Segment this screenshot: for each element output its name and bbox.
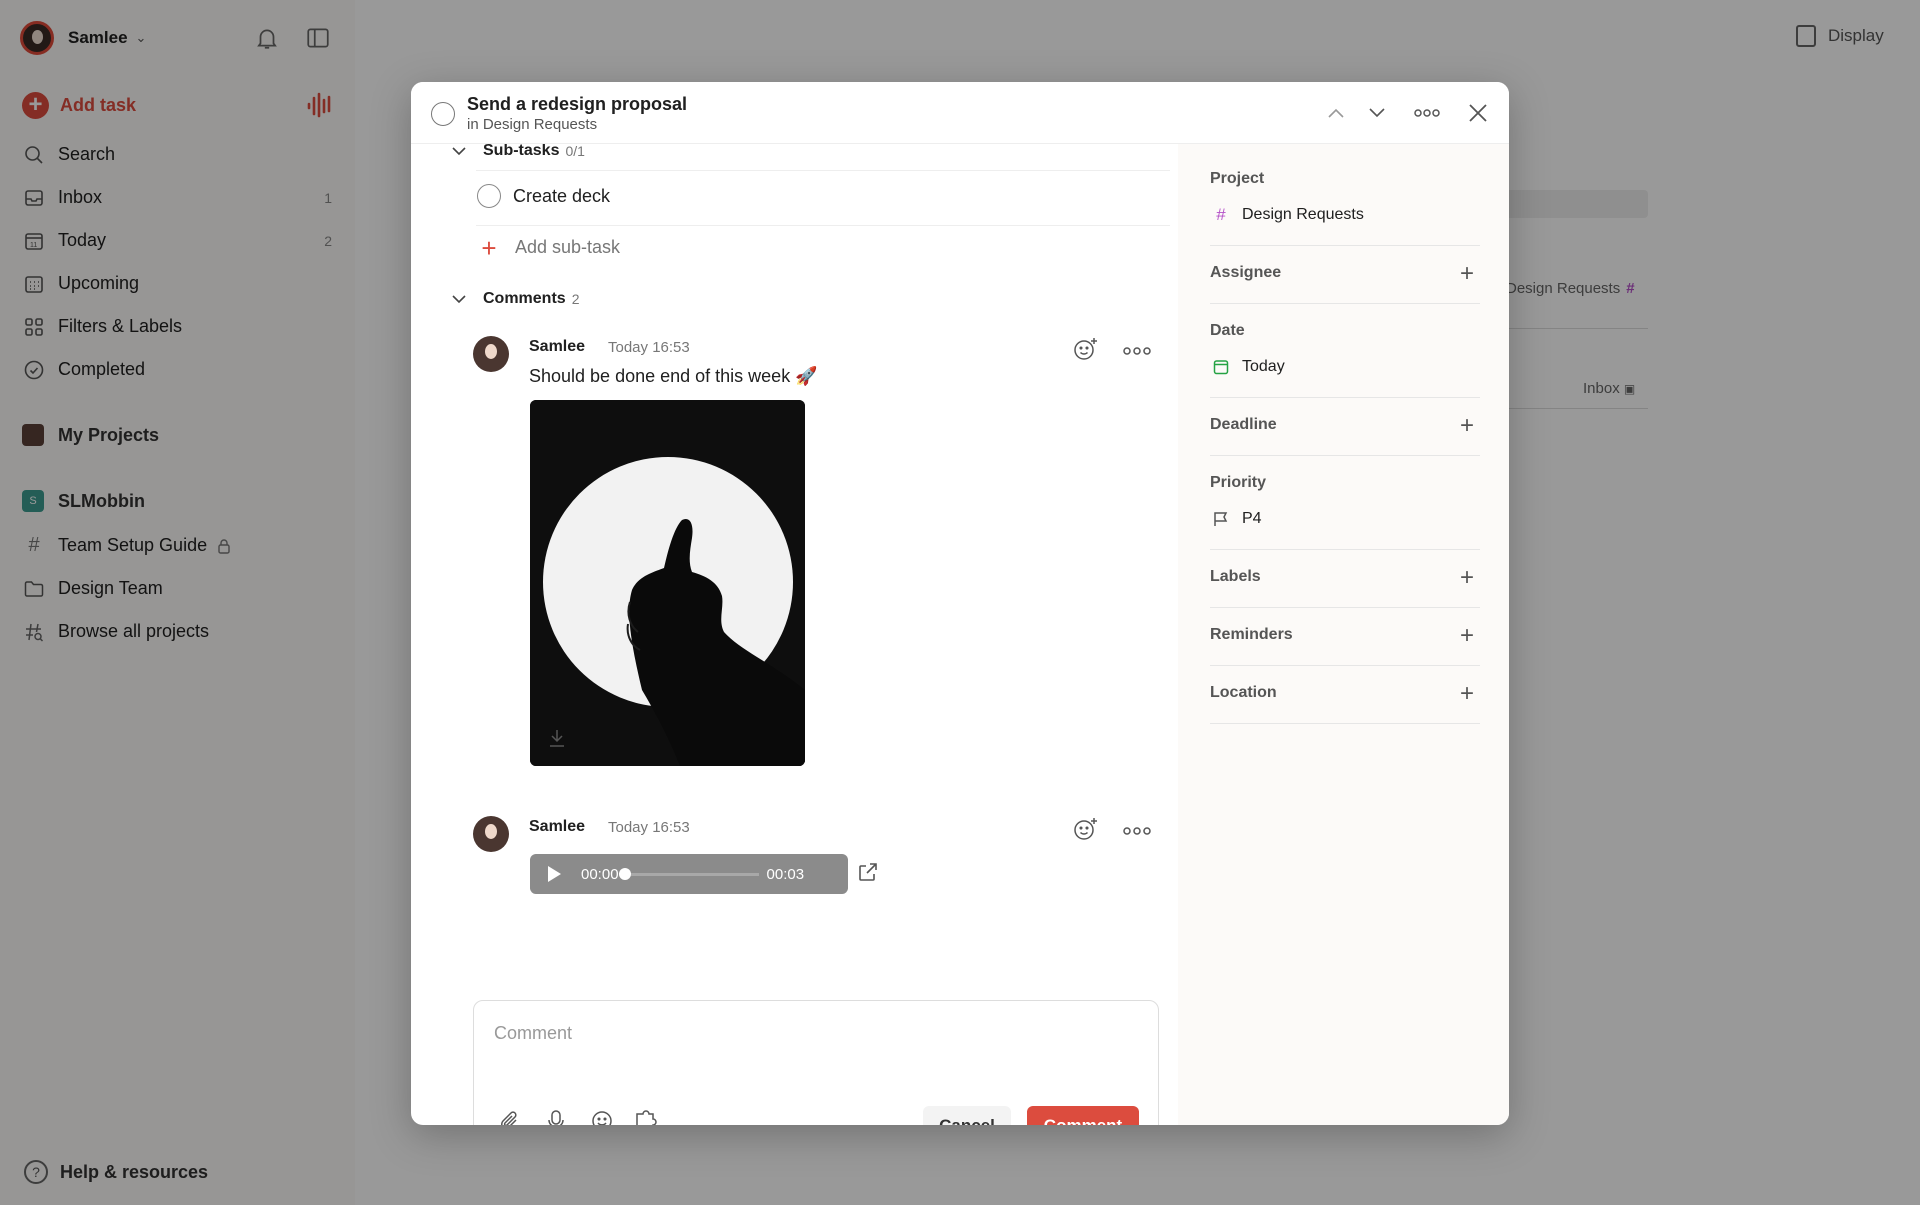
calendar-icon xyxy=(1212,358,1230,376)
thumbs-up-photo xyxy=(530,400,805,766)
plus-icon: + xyxy=(481,232,497,263)
close-button[interactable] xyxy=(1463,98,1493,128)
labels-field[interactable]: Labels + xyxy=(1210,566,1480,608)
comments-count: 2 xyxy=(571,291,580,307)
date-text: Today xyxy=(1242,358,1285,375)
more-horizontal-icon[interactable] xyxy=(1123,826,1151,836)
task-content: Sub-tasks 0/1 Create deck + Add sub-task… xyxy=(411,142,1178,1125)
smiley-icon xyxy=(592,1111,612,1125)
comment-timestamp: Today 16:53 xyxy=(608,339,690,356)
subtasks-header[interactable]: Sub-tasks 0/1 xyxy=(451,142,585,160)
download-icon[interactable] xyxy=(548,728,566,748)
integrations-button[interactable] xyxy=(634,1107,662,1125)
date-label: Date xyxy=(1210,322,1245,339)
puzzle-icon xyxy=(636,1110,657,1125)
task-details-panel: Project # Design Requests Assignee + Dat… xyxy=(1178,144,1509,1125)
add-reminder-icon[interactable]: + xyxy=(1460,624,1474,648)
add-subtask-button[interactable]: + Add sub-task xyxy=(477,232,621,263)
submit-comment-button[interactable]: Comment xyxy=(1027,1106,1139,1125)
divider xyxy=(476,170,1170,171)
chevron-down-icon xyxy=(452,147,466,156)
subtask-item[interactable]: Create deck xyxy=(477,184,610,208)
previous-task-button[interactable] xyxy=(1321,98,1351,128)
attach-file-button[interactable] xyxy=(496,1107,524,1125)
audio-current-time: 00:00 xyxy=(581,865,619,883)
add-assignee-icon[interactable]: + xyxy=(1460,262,1474,286)
task-detail-modal: Send a redesign proposal in Design Reque… xyxy=(411,82,1509,1125)
task-title[interactable]: Send a redesign proposal xyxy=(467,94,687,115)
play-icon[interactable] xyxy=(548,866,561,882)
thumbs-up-image-attachment[interactable] xyxy=(530,400,805,766)
add-subtask-label: Add sub-task xyxy=(515,237,621,257)
subtasks-count: 0/1 xyxy=(565,143,585,159)
add-deadline-icon[interactable]: + xyxy=(1460,414,1474,438)
comment-author: Samlee xyxy=(529,338,586,355)
chevron-down-icon xyxy=(1369,108,1385,118)
audio-player: 00:00 00:03 xyxy=(530,854,848,894)
deadline-field[interactable]: Deadline + xyxy=(1210,414,1480,456)
project-name: Design Requests xyxy=(1242,206,1364,223)
priority-label: Priority xyxy=(1210,474,1267,491)
labels-label: Labels xyxy=(1210,568,1261,585)
location-label: Location xyxy=(1210,684,1277,701)
cancel-button[interactable]: Cancel xyxy=(923,1106,1011,1125)
project-value[interactable]: # Design Requests xyxy=(1210,205,1364,224)
subtask-label: Create deck xyxy=(513,185,611,206)
task-complete-checkbox[interactable] xyxy=(431,102,455,126)
hash-icon: # xyxy=(1216,205,1226,224)
task-project-breadcrumb[interactable]: in Design Requests xyxy=(467,116,597,133)
comment-input[interactable] xyxy=(494,1023,1134,1044)
paperclip-icon xyxy=(501,1111,517,1125)
more-actions-button[interactable] xyxy=(1412,98,1442,128)
flag-icon xyxy=(1212,510,1230,528)
comments-header[interactable]: Comments 2 xyxy=(451,290,579,308)
assignee-field[interactable]: Assignee + xyxy=(1210,262,1480,304)
date-field[interactable]: Date Today xyxy=(1210,322,1480,398)
close-icon xyxy=(1469,104,1487,122)
location-field[interactable]: Location + xyxy=(1210,682,1480,724)
avatar xyxy=(473,336,509,372)
record-audio-button[interactable] xyxy=(542,1107,570,1125)
add-label-icon[interactable]: + xyxy=(1460,566,1474,590)
add-reaction-icon[interactable] xyxy=(1073,336,1099,362)
open-external-icon[interactable] xyxy=(856,860,880,884)
project-field[interactable]: Project # Design Requests xyxy=(1210,170,1480,246)
project-label: Project xyxy=(1210,170,1265,187)
deadline-label: Deadline xyxy=(1210,416,1277,433)
priority-value[interactable]: P4 xyxy=(1210,510,1262,528)
audio-progress-knob[interactable] xyxy=(618,867,631,880)
next-task-button[interactable] xyxy=(1362,98,1392,128)
microphone-icon xyxy=(548,1110,564,1125)
comment-item: Samlee Today 16:53 Should be done end of… xyxy=(473,336,1163,776)
comment-text: Should be done end of this week 🚀 xyxy=(529,366,818,386)
audio-progress-track[interactable] xyxy=(618,867,759,880)
chevron-down-icon xyxy=(452,295,466,304)
add-location-icon[interactable]: + xyxy=(1460,682,1474,706)
comments-label: Comments xyxy=(483,290,566,307)
comment-author: Samlee xyxy=(529,818,586,835)
emoji-button[interactable] xyxy=(588,1107,616,1125)
chevron-up-icon xyxy=(1328,108,1344,118)
comment-item: Samlee Today 16:53 00:00 00:03 xyxy=(473,816,1163,906)
priority-field[interactable]: Priority P4 xyxy=(1210,474,1480,550)
more-horizontal-icon[interactable] xyxy=(1123,346,1151,356)
avatar xyxy=(473,816,509,852)
reminders-label: Reminders xyxy=(1210,626,1293,643)
modal-header: Send a redesign proposal in Design Reque… xyxy=(411,82,1509,144)
reminders-field[interactable]: Reminders + xyxy=(1210,624,1480,666)
date-value[interactable]: Today xyxy=(1210,358,1285,376)
comment-composer: Cancel Comment xyxy=(473,1000,1159,1125)
add-reaction-icon[interactable] xyxy=(1073,816,1099,842)
priority-text: P4 xyxy=(1242,510,1262,527)
subtasks-label: Sub-tasks xyxy=(483,142,560,159)
divider xyxy=(476,225,1170,226)
comment-timestamp: Today 16:53 xyxy=(608,819,690,836)
more-horizontal-icon xyxy=(1414,109,1440,117)
audio-total-time: 00:03 xyxy=(766,865,805,883)
assignee-label: Assignee xyxy=(1210,264,1282,281)
subtask-checkbox[interactable] xyxy=(477,184,501,208)
